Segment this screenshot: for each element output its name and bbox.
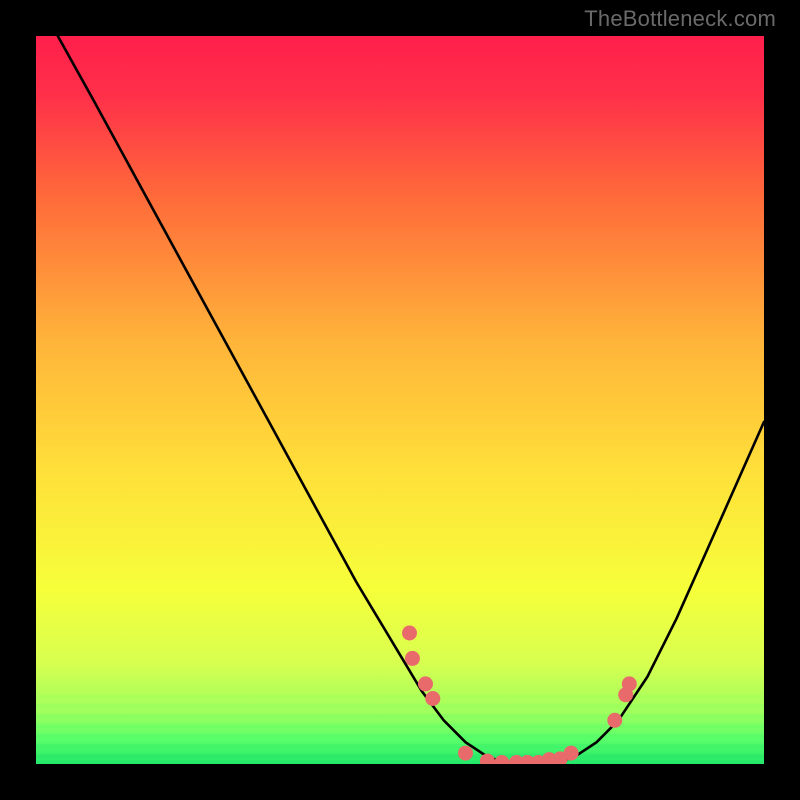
data-point (418, 676, 433, 691)
data-point (480, 754, 495, 764)
data-point (564, 746, 579, 761)
data-point (405, 651, 420, 666)
data-point (402, 626, 417, 641)
watermark-text: TheBottleneck.com (584, 6, 776, 32)
data-point (425, 691, 440, 706)
data-point (494, 755, 509, 764)
data-point (622, 676, 637, 691)
plot-area (36, 36, 764, 764)
data-point (458, 746, 473, 761)
data-point (607, 713, 622, 728)
chart-frame: TheBottleneck.com (0, 0, 800, 800)
data-points (402, 626, 637, 765)
chart-svg (36, 36, 764, 764)
